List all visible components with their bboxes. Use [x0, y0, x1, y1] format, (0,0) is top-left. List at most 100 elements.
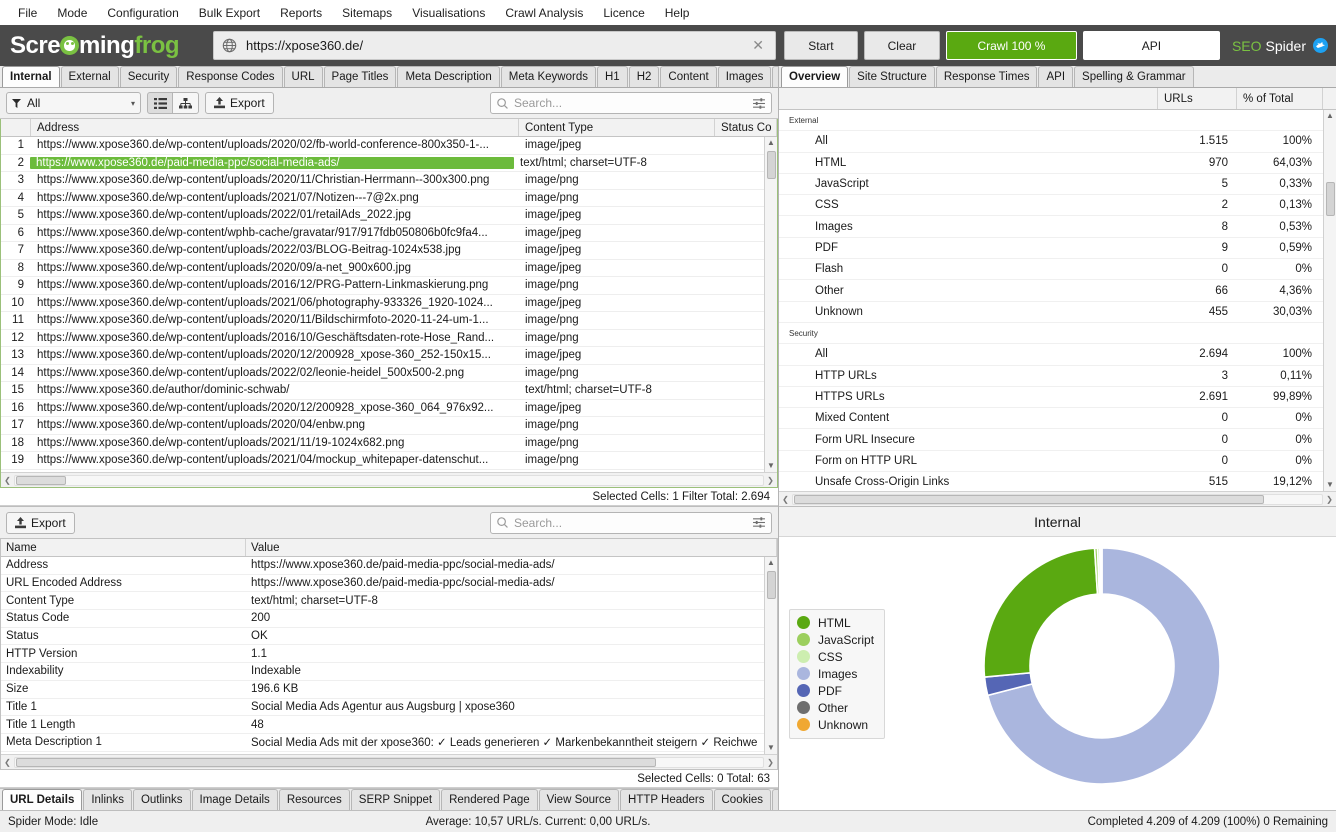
cell-content-type[interactable]: image/png: [519, 174, 715, 186]
scroll-right-icon[interactable]: ❯: [764, 758, 777, 767]
cell-content-type[interactable]: image/jpeg: [519, 139, 715, 151]
caret-down-icon[interactable]: External: [789, 116, 818, 125]
tree-view-button[interactable]: [173, 92, 199, 114]
tab-url[interactable]: URL: [283, 66, 323, 87]
hscroll-track[interactable]: [792, 493, 1323, 505]
vscroll-thumb[interactable]: [766, 571, 776, 599]
detail-vertical-scrollbar[interactable]: ▲ ▼: [764, 557, 777, 754]
clear-url-icon[interactable]: ✕: [749, 37, 767, 54]
cell-content-type[interactable]: image/png: [519, 332, 715, 344]
twitter-icon[interactable]: [1313, 38, 1328, 53]
cell-content-type[interactable]: image/jpeg: [519, 349, 715, 361]
tab-spelling-grammar[interactable]: Spelling & Grammar: [1074, 66, 1194, 87]
cell-content-type[interactable]: image/jpeg: [519, 227, 715, 239]
api-button[interactable]: API: [1082, 31, 1220, 60]
menu-item-help[interactable]: Help: [655, 3, 700, 23]
tab-url-details[interactable]: URL Details: [2, 789, 83, 810]
hscroll-track[interactable]: [14, 474, 764, 486]
tab-response-codes[interactable]: Response Codes: [178, 66, 283, 87]
cell-content-type[interactable]: text/html; charset=UTF-8: [514, 157, 710, 169]
cell-content-type[interactable]: image/png: [519, 192, 715, 204]
tab-response-times[interactable]: Response Times: [935, 66, 1038, 87]
overview-row[interactable]: All 1.515 100%: [779, 131, 1336, 153]
menu-item-visualisations[interactable]: Visualisations: [402, 3, 495, 23]
caret-down-icon[interactable]: Security: [789, 329, 818, 338]
menu-item-configuration[interactable]: Configuration: [97, 3, 188, 23]
overview-row[interactable]: Mixed Content 0 0%: [779, 408, 1336, 430]
detail-row[interactable]: Meta Description 1 Social Media Ads mit d…: [1, 734, 777, 752]
cell-address[interactable]: https://www.xpose360.de/wp-content/uploa…: [31, 332, 519, 344]
scroll-right-icon[interactable]: ❯: [1323, 495, 1336, 504]
overview-row[interactable]: HTTP URLs 3 0,11%: [779, 366, 1336, 387]
column-header-value[interactable]: Value: [246, 539, 777, 556]
vscroll-thumb[interactable]: [766, 151, 776, 179]
table-row[interactable]: 19 https://www.xpose360.de/wp-content/upl…: [1, 452, 777, 470]
detail-value[interactable]: OK: [246, 630, 777, 642]
overview-row[interactable]: CSS 2 0,13%: [779, 195, 1336, 217]
tab-page-titles[interactable]: Page Titles: [323, 66, 397, 87]
scroll-down-icon[interactable]: ▼: [1326, 479, 1334, 491]
table-row[interactable]: 7 https://www.xpose360.de/wp-content/uplo…: [1, 242, 777, 260]
hscroll-thumb[interactable]: [794, 494, 1264, 504]
cell-content-type[interactable]: image/png: [519, 314, 715, 326]
menu-item-crawl-analysis[interactable]: Crawl Analysis: [495, 3, 593, 23]
overview-row[interactable]: All 2.694 100%: [779, 344, 1336, 366]
tab-serp-snippet[interactable]: SERP Snippet: [350, 789, 441, 810]
detail-value[interactable]: 200: [246, 612, 777, 624]
tab-content[interactable]: Content: [660, 66, 717, 87]
column-header-content-type[interactable]: Content Type: [519, 119, 715, 136]
lower-search-box[interactable]: [490, 511, 772, 534]
scroll-down-icon[interactable]: ▼: [767, 742, 775, 754]
scroll-down-icon[interactable]: ▼: [767, 460, 775, 472]
hscroll-thumb[interactable]: [16, 757, 656, 767]
cell-content-type[interactable]: image/png: [519, 437, 715, 449]
legend-item[interactable]: Images: [797, 667, 874, 681]
cell-address[interactable]: https://www.xpose360.de/wp-content/uploa…: [31, 419, 519, 431]
detail-row[interactable]: Address https://www.xpose360.de/paid-medi…: [1, 557, 777, 575]
overview-horizontal-scrollbar[interactable]: ❮ ❯: [779, 491, 1336, 506]
scroll-left-icon[interactable]: ❮: [779, 495, 792, 504]
table-row[interactable]: 13 https://www.xpose360.de/wp-content/upl…: [1, 347, 777, 365]
tab-internal[interactable]: Internal: [2, 66, 60, 87]
tab-view-source[interactable]: View Source: [538, 789, 620, 810]
column-header-pct-of-total[interactable]: % of Total: [1237, 88, 1323, 109]
menu-item-licence[interactable]: Licence: [593, 3, 654, 23]
tab-security[interactable]: Security: [119, 66, 178, 87]
tab-external[interactable]: External: [60, 66, 119, 87]
cell-address[interactable]: https://www.xpose360.de/wp-content/uploa…: [31, 192, 519, 204]
scroll-up-icon[interactable]: ▲: [1326, 110, 1334, 122]
table-row[interactable]: 4 https://www.xpose360.de/wp-content/uplo…: [1, 190, 777, 207]
cell-content-type[interactable]: text/html; charset=UTF-8: [519, 384, 715, 396]
hscroll-track[interactable]: [14, 756, 764, 768]
legend-item[interactable]: PDF: [797, 684, 874, 698]
overview-group-row[interactable]: External: [779, 110, 1336, 132]
legend-item[interactable]: HTML: [797, 616, 874, 630]
cell-content-type[interactable]: image/jpeg: [519, 262, 715, 274]
cell-address[interactable]: https://www.xpose360.de/wp-content/uploa…: [31, 314, 519, 326]
crawl-progress-button[interactable]: Crawl 100 %: [945, 31, 1077, 60]
cell-address[interactable]: https://www.xpose360.de/wp-content/uploa…: [31, 139, 519, 151]
detail-row[interactable]: Title 1 Social Media Ads Agentur aus Augs…: [1, 699, 777, 717]
tab-meta-keywords[interactable]: Meta Keywords: [500, 66, 596, 87]
overview-row[interactable]: HTTPS URLs 2.691 99,89%: [779, 387, 1336, 409]
cell-address[interactable]: https://www.xpose360.de/wp-content/uploa…: [31, 174, 519, 186]
vscroll-thumb[interactable]: [1325, 182, 1335, 216]
donut-slice-html[interactable]: [983, 547, 1099, 678]
detail-row[interactable]: Content Type text/html; charset=UTF-8: [1, 592, 777, 611]
tab-outlinks[interactable]: Outlinks: [132, 789, 191, 810]
tab-cookies[interactable]: Cookies: [713, 789, 772, 810]
cell-content-type[interactable]: image/jpeg: [519, 209, 715, 221]
clear-button[interactable]: Clear: [863, 31, 940, 60]
table-row[interactable]: 8 https://www.xpose360.de/wp-content/uplo…: [1, 260, 777, 277]
url-input[interactable]: https://xpose360.de/: [246, 38, 749, 53]
filter-dropdown[interactable]: All ▾: [6, 92, 141, 114]
scroll-left-icon[interactable]: ❮: [1, 758, 14, 767]
table-horizontal-scrollbar[interactable]: ❮ ❯: [1, 472, 777, 487]
cell-address[interactable]: https://www.xpose360.de/wp-content/uploa…: [31, 367, 519, 379]
table-row[interactable]: 10 https://www.xpose360.de/wp-content/upl…: [1, 295, 777, 312]
tab-inlinks[interactable]: Inlinks: [83, 789, 132, 810]
detail-value[interactable]: 48: [246, 719, 777, 731]
detail-row[interactable]: Size 196.6 KB: [1, 681, 777, 699]
cell-address[interactable]: https://www.xpose360.de/wp-content/uploa…: [31, 262, 519, 274]
overview-row[interactable]: Images 8 0,53%: [779, 216, 1336, 238]
